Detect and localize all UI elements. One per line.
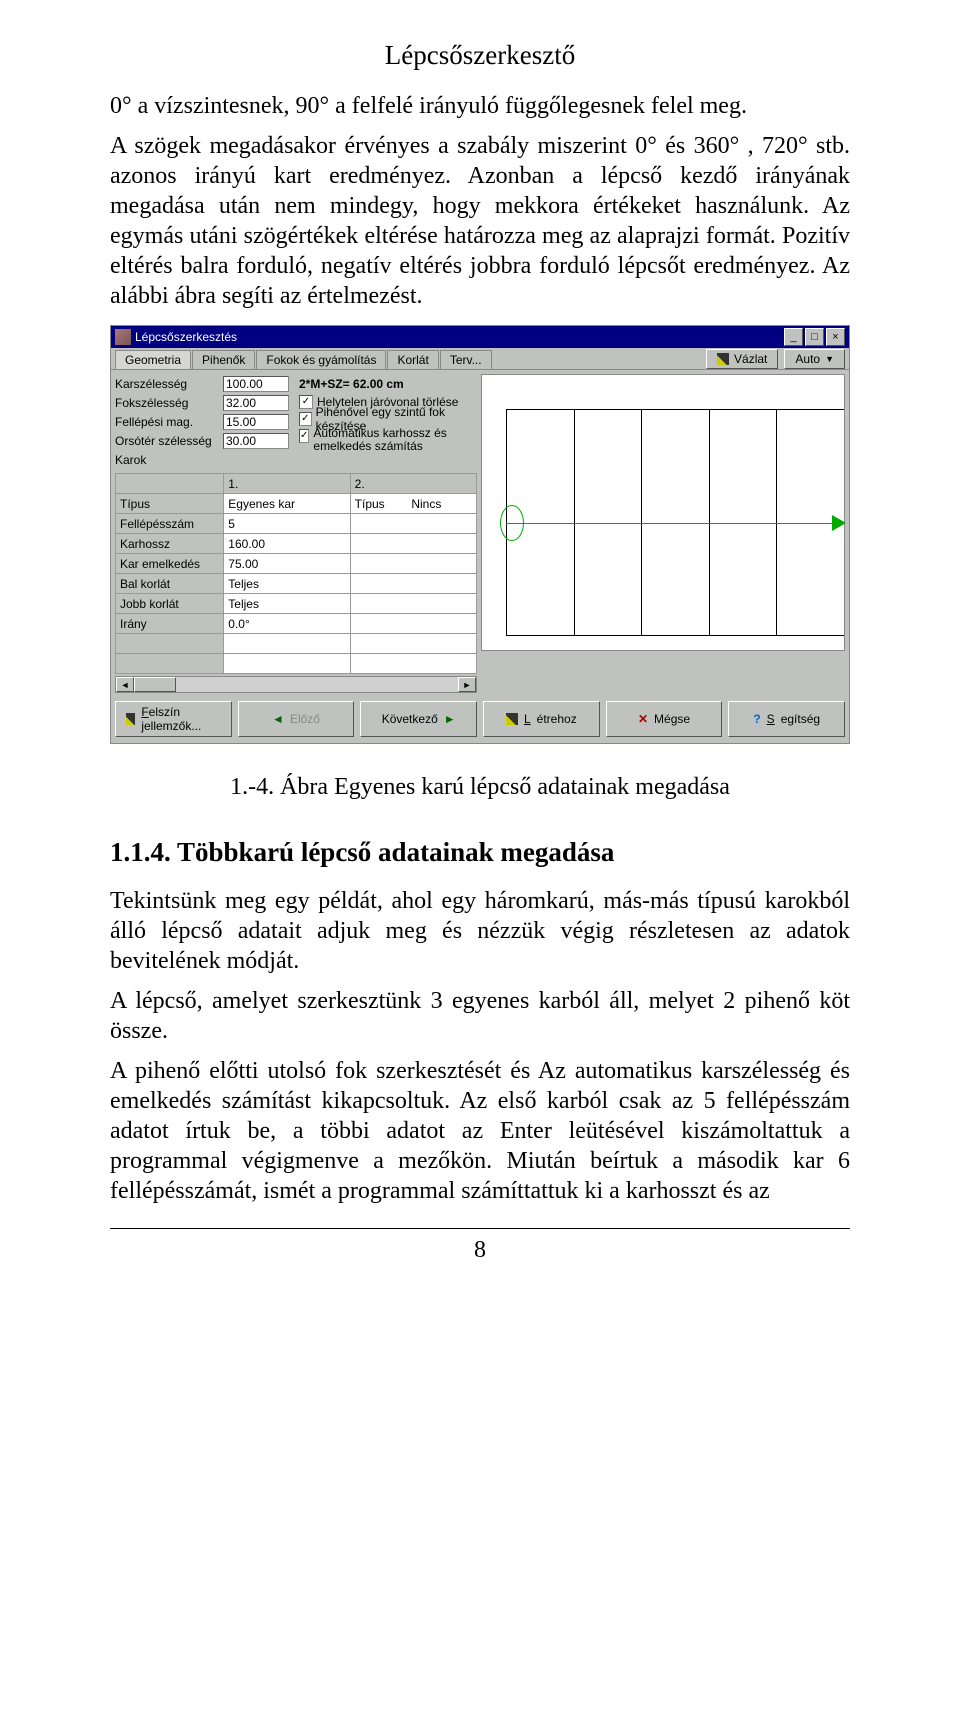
header-title: Lépcsőszerkesztő: [110, 40, 850, 71]
window-title: Lépcsőszerkesztés: [135, 330, 237, 344]
arrow-left-icon: ◄: [272, 712, 284, 726]
paragraph-3: Tekintsünk meg egy példát, ahol egy háro…: [110, 886, 850, 976]
auto-label: Auto: [795, 352, 820, 366]
tab-korlat[interactable]: Korlát: [387, 350, 438, 369]
cell-tipus-1[interactable]: Egyenes kar: [224, 494, 350, 514]
direction-arrow-icon: [832, 515, 846, 531]
felszin-button[interactable]: FFelszín jellemzők...elszín jellemzők...: [115, 701, 232, 737]
tab-terv[interactable]: Terv...: [440, 350, 492, 369]
cell-karh-1[interactable]: 160.00: [224, 534, 350, 554]
row-jobbkorlat: Jobb korlát: [116, 594, 224, 614]
checkbox-helytelen[interactable]: ✓: [299, 395, 313, 409]
label-auto: Automatikus karhossz és emelkedés számít…: [313, 427, 477, 453]
brush-icon: [126, 713, 135, 725]
arms-table: 1.2. TípusEgyenes karTípus Nincs Fellépé…: [115, 473, 477, 674]
footer-rule: [110, 1228, 850, 1229]
col-2-header: 2.: [350, 474, 476, 494]
megse-button[interactable]: ✕Mégse: [606, 701, 723, 737]
cell-jobk-1[interactable]: Teljes: [224, 594, 350, 614]
auto-button[interactable]: Auto ▼: [784, 349, 845, 369]
kovetkezo-button[interactable]: Következő►: [360, 701, 477, 737]
window-titlebar: Lépcsőszerkesztés _ □ ×: [111, 326, 849, 348]
dialog-screenshot: Lépcsőszerkesztés _ □ × Geometria Pihenő…: [110, 325, 850, 744]
tab-fokok[interactable]: Fokok és gyámolítás: [256, 350, 386, 369]
entry-circle-icon: [500, 505, 524, 541]
paragraph-4: A lépcső, amelyet szerkesztünk 3 egyenes…: [110, 986, 850, 1046]
label-orsoter: Orsótér szélesség: [115, 434, 223, 448]
scroll-left-icon[interactable]: ◄: [116, 677, 134, 692]
minimize-button[interactable]: _: [784, 328, 803, 346]
paragraph-2: A szögek megadásakor érvényes a szabály …: [110, 131, 850, 311]
maximize-button[interactable]: □: [805, 328, 824, 346]
vazlat-button[interactable]: Vázlat: [706, 349, 778, 369]
row-fellepesszam: Fellépésszám: [116, 514, 224, 534]
paragraph-5: A pihenő előtti utolsó fok szerkesztését…: [110, 1056, 850, 1206]
scroll-right-icon[interactable]: ►: [458, 677, 476, 692]
paragraph-1: 0° a vízszintesnek, 90° a felfelé irányu…: [110, 91, 850, 121]
x-icon: ✕: [638, 712, 648, 726]
chevron-down-icon: ▼: [825, 354, 834, 364]
segitseg-button[interactable]: ?SegítségSegítség: [728, 701, 845, 737]
tab-geometria[interactable]: Geometria: [115, 350, 191, 369]
cell-kare-1[interactable]: 75.00: [224, 554, 350, 574]
label-fellepesi: Fellépési mag.: [115, 415, 223, 429]
pencil-icon: [506, 713, 518, 725]
arrow-right-icon: ►: [444, 712, 456, 726]
input-fellepesi[interactable]: 15.00: [223, 414, 289, 430]
section-heading: 1.1.4. Többkarú lépcső adatainak megadás…: [110, 837, 850, 868]
cell-balk-1[interactable]: Teljes: [224, 574, 350, 594]
checkbox-pihenovel[interactable]: ✓: [299, 412, 312, 426]
checkbox-auto[interactable]: ✓: [299, 429, 309, 443]
pencil-icon: [717, 353, 729, 365]
help-icon: ?: [753, 712, 760, 726]
figure-caption: 1.-4. Ábra Egyenes karú lépcső adatainak…: [110, 774, 850, 801]
row-karemelkedes: Kar emelkedés: [116, 554, 224, 574]
preview-panel: [481, 374, 845, 651]
close-button[interactable]: ×: [826, 328, 845, 346]
cell-fell-1[interactable]: 5: [224, 514, 350, 534]
elozo-button: ◄Előző: [238, 701, 355, 737]
cell-irany-1[interactable]: 0.0°: [224, 614, 350, 634]
label-karszelesseg: Karszélesség: [115, 377, 223, 391]
label-karok: Karok: [115, 453, 223, 467]
input-karszelesseg[interactable]: 100.00: [223, 376, 289, 392]
page-number: 8: [110, 1237, 850, 1264]
app-icon: [115, 329, 131, 345]
label-fokszelesseg: Fokszélesség: [115, 396, 223, 410]
equation-label: 2*M+SZ= 62.00 cm: [299, 374, 477, 393]
col-1-header: 1.: [224, 474, 350, 494]
row-irany: Irány: [116, 614, 224, 634]
row-karhossz: Karhossz: [116, 534, 224, 554]
horizontal-scrollbar[interactable]: ◄ ►: [115, 676, 477, 693]
vazlat-label: Vázlat: [734, 352, 767, 366]
input-fokszelesseg[interactable]: 32.00: [223, 395, 289, 411]
input-orsoter[interactable]: 30.00: [223, 433, 289, 449]
tab-pihenok[interactable]: Pihenők: [192, 350, 255, 369]
letrehoz-button[interactable]: LétrehozLétrehoz: [483, 701, 600, 737]
cell-tipus-2[interactable]: Típus Nincs: [350, 494, 476, 514]
row-balkorlat: Bal korlát: [116, 574, 224, 594]
row-tipus: Típus: [116, 494, 224, 514]
